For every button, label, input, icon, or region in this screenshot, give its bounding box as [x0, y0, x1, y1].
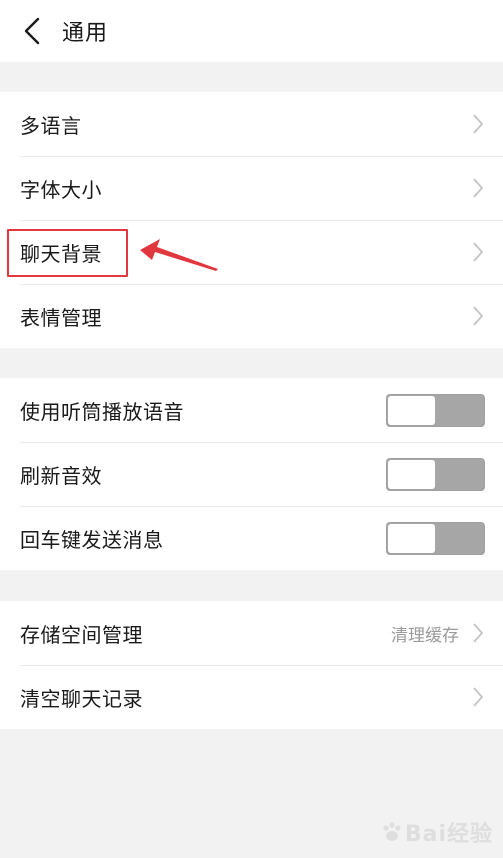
settings-row-language[interactable]: 多语言 [0, 92, 503, 156]
settings-group-display: 多语言 字体大小 聊天背景 表情管理 [0, 92, 503, 348]
settings-row-font-size[interactable]: 字体大小 [0, 156, 503, 220]
page-title: 通用 [62, 21, 109, 46]
chevron-right-icon [471, 304, 485, 328]
top-bar: 通用 [0, 0, 503, 62]
chevron-right-icon [471, 621, 485, 645]
row-label: 刷新音效 [20, 463, 102, 488]
row-label: 存储空间管理 [20, 622, 143, 647]
settings-row-earpiece-playback: 使用听筒播放语音 [0, 378, 503, 442]
row-label: 表情管理 [20, 305, 102, 330]
chevron-right-icon [471, 176, 485, 200]
settings-row-refresh-sound: 刷新音效 [0, 442, 503, 506]
toggle-knob [388, 395, 435, 425]
settings-row-sticker-management[interactable]: 表情管理 [0, 284, 503, 348]
row-label: 清空聊天记录 [20, 686, 143, 711]
annotation-arrow-icon [140, 239, 218, 271]
back-button[interactable] [2, 0, 62, 62]
row-label: 多语言 [20, 113, 82, 138]
clear-cache-hint: 清理缓存 [391, 625, 459, 646]
watermark-text: Bai经验 [404, 822, 493, 847]
chevron-right-icon [471, 112, 485, 136]
chevron-right-icon [471, 685, 485, 709]
settings-row-storage-management[interactable]: 存储空间管理 清理缓存 [0, 601, 503, 665]
settings-group-sound: 使用听筒播放语音 刷新音效 回车键发送消息 [0, 378, 503, 570]
chevron-right-icon [471, 240, 485, 264]
settings-row-clear-chat-history[interactable]: 清空聊天记录 [0, 665, 503, 729]
toggle-knob [388, 523, 435, 553]
toggle-knob [388, 459, 435, 489]
earpiece-toggle[interactable] [386, 393, 485, 427]
annotation-highlight-box [7, 229, 128, 277]
row-label: 使用听筒播放语音 [20, 399, 184, 424]
row-label: 回车键发送消息 [20, 527, 164, 552]
enter-to-send-toggle[interactable] [386, 521, 485, 555]
row-label: 字体大小 [20, 177, 102, 202]
settings-row-enter-to-send: 回车键发送消息 [0, 506, 503, 570]
paw-icon [383, 822, 401, 841]
settings-group-storage: 存储空间管理 清理缓存 清空聊天记录 [0, 601, 503, 729]
chevron-left-icon [24, 17, 40, 45]
refresh-sound-toggle[interactable] [386, 457, 485, 491]
watermark-logo: Bai经验 [381, 816, 493, 848]
